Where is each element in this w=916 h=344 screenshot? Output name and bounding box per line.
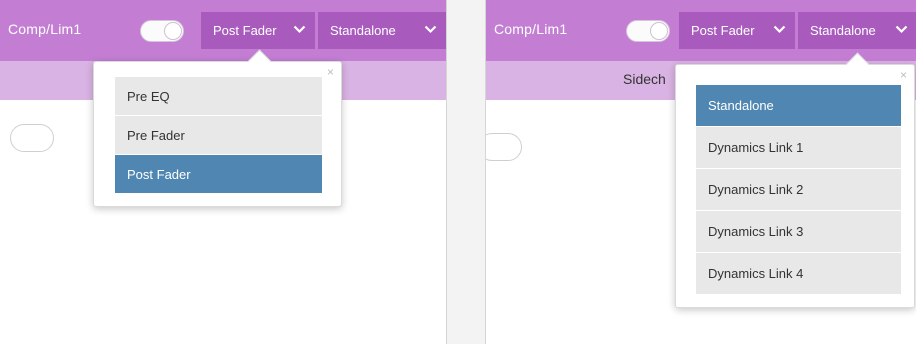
- sidechain-label: Sidech: [623, 71, 666, 87]
- link-dropdown-label: Standalone: [330, 23, 396, 38]
- background-toggle[interactable]: [486, 133, 522, 161]
- option-dynamics-link-4[interactable]: Dynamics Link 4: [696, 253, 901, 295]
- link-dropdown-button[interactable]: Standalone: [798, 12, 916, 49]
- option-standalone[interactable]: Standalone: [696, 85, 901, 127]
- close-icon[interactable]: ×: [900, 68, 907, 82]
- link-dropdown-button[interactable]: Standalone: [318, 12, 446, 49]
- placement-dropdown-button[interactable]: Post Fader: [679, 12, 795, 49]
- header-bar: Comp/Lim1 Post Fader Standalone: [0, 0, 446, 61]
- chevron-down-icon: [895, 25, 908, 34]
- placement-popup: × Pre EQ Pre Fader Post Fader: [93, 61, 342, 207]
- link-dropdown-label: Standalone: [810, 23, 876, 38]
- option-pre-fader[interactable]: Pre Fader: [115, 116, 322, 155]
- enable-toggle[interactable]: [626, 20, 670, 42]
- module-title: Comp/Lim1: [494, 21, 568, 37]
- toggle-knob: [164, 22, 182, 40]
- option-post-fader[interactable]: Post Fader: [115, 155, 322, 194]
- placement-dropdown-label: Post Fader: [213, 23, 277, 38]
- option-dynamics-link-1[interactable]: Dynamics Link 1: [696, 127, 901, 169]
- placement-dropdown-button[interactable]: Post Fader: [201, 12, 315, 49]
- option-pre-eq[interactable]: Pre EQ: [115, 77, 322, 116]
- panel-separator: [447, 0, 485, 344]
- option-dynamics-link-3[interactable]: Dynamics Link 3: [696, 211, 901, 253]
- enable-toggle[interactable]: [140, 20, 184, 42]
- link-popup: × Standalone Dynamics Link 1 Dynamics Li…: [675, 64, 915, 308]
- header-bar: Comp/Lim1 Post Fader Standalone: [486, 0, 916, 61]
- placement-dropdown-label: Post Fader: [691, 23, 755, 38]
- module-title: Comp/Lim1: [8, 21, 82, 37]
- chevron-down-icon: [773, 25, 786, 34]
- left-panel: Comp/Lim1 Post Fader Standalone × Pre EQ…: [0, 0, 447, 344]
- background-toggle[interactable]: [10, 124, 54, 152]
- close-icon[interactable]: ×: [327, 65, 334, 79]
- toggle-knob: [650, 22, 668, 40]
- chevron-down-icon: [293, 25, 306, 34]
- right-panel: Comp/Lim1 Post Fader Standalone Sidech ×…: [485, 0, 916, 344]
- option-dynamics-link-2[interactable]: Dynamics Link 2: [696, 169, 901, 211]
- chevron-down-icon: [424, 25, 437, 34]
